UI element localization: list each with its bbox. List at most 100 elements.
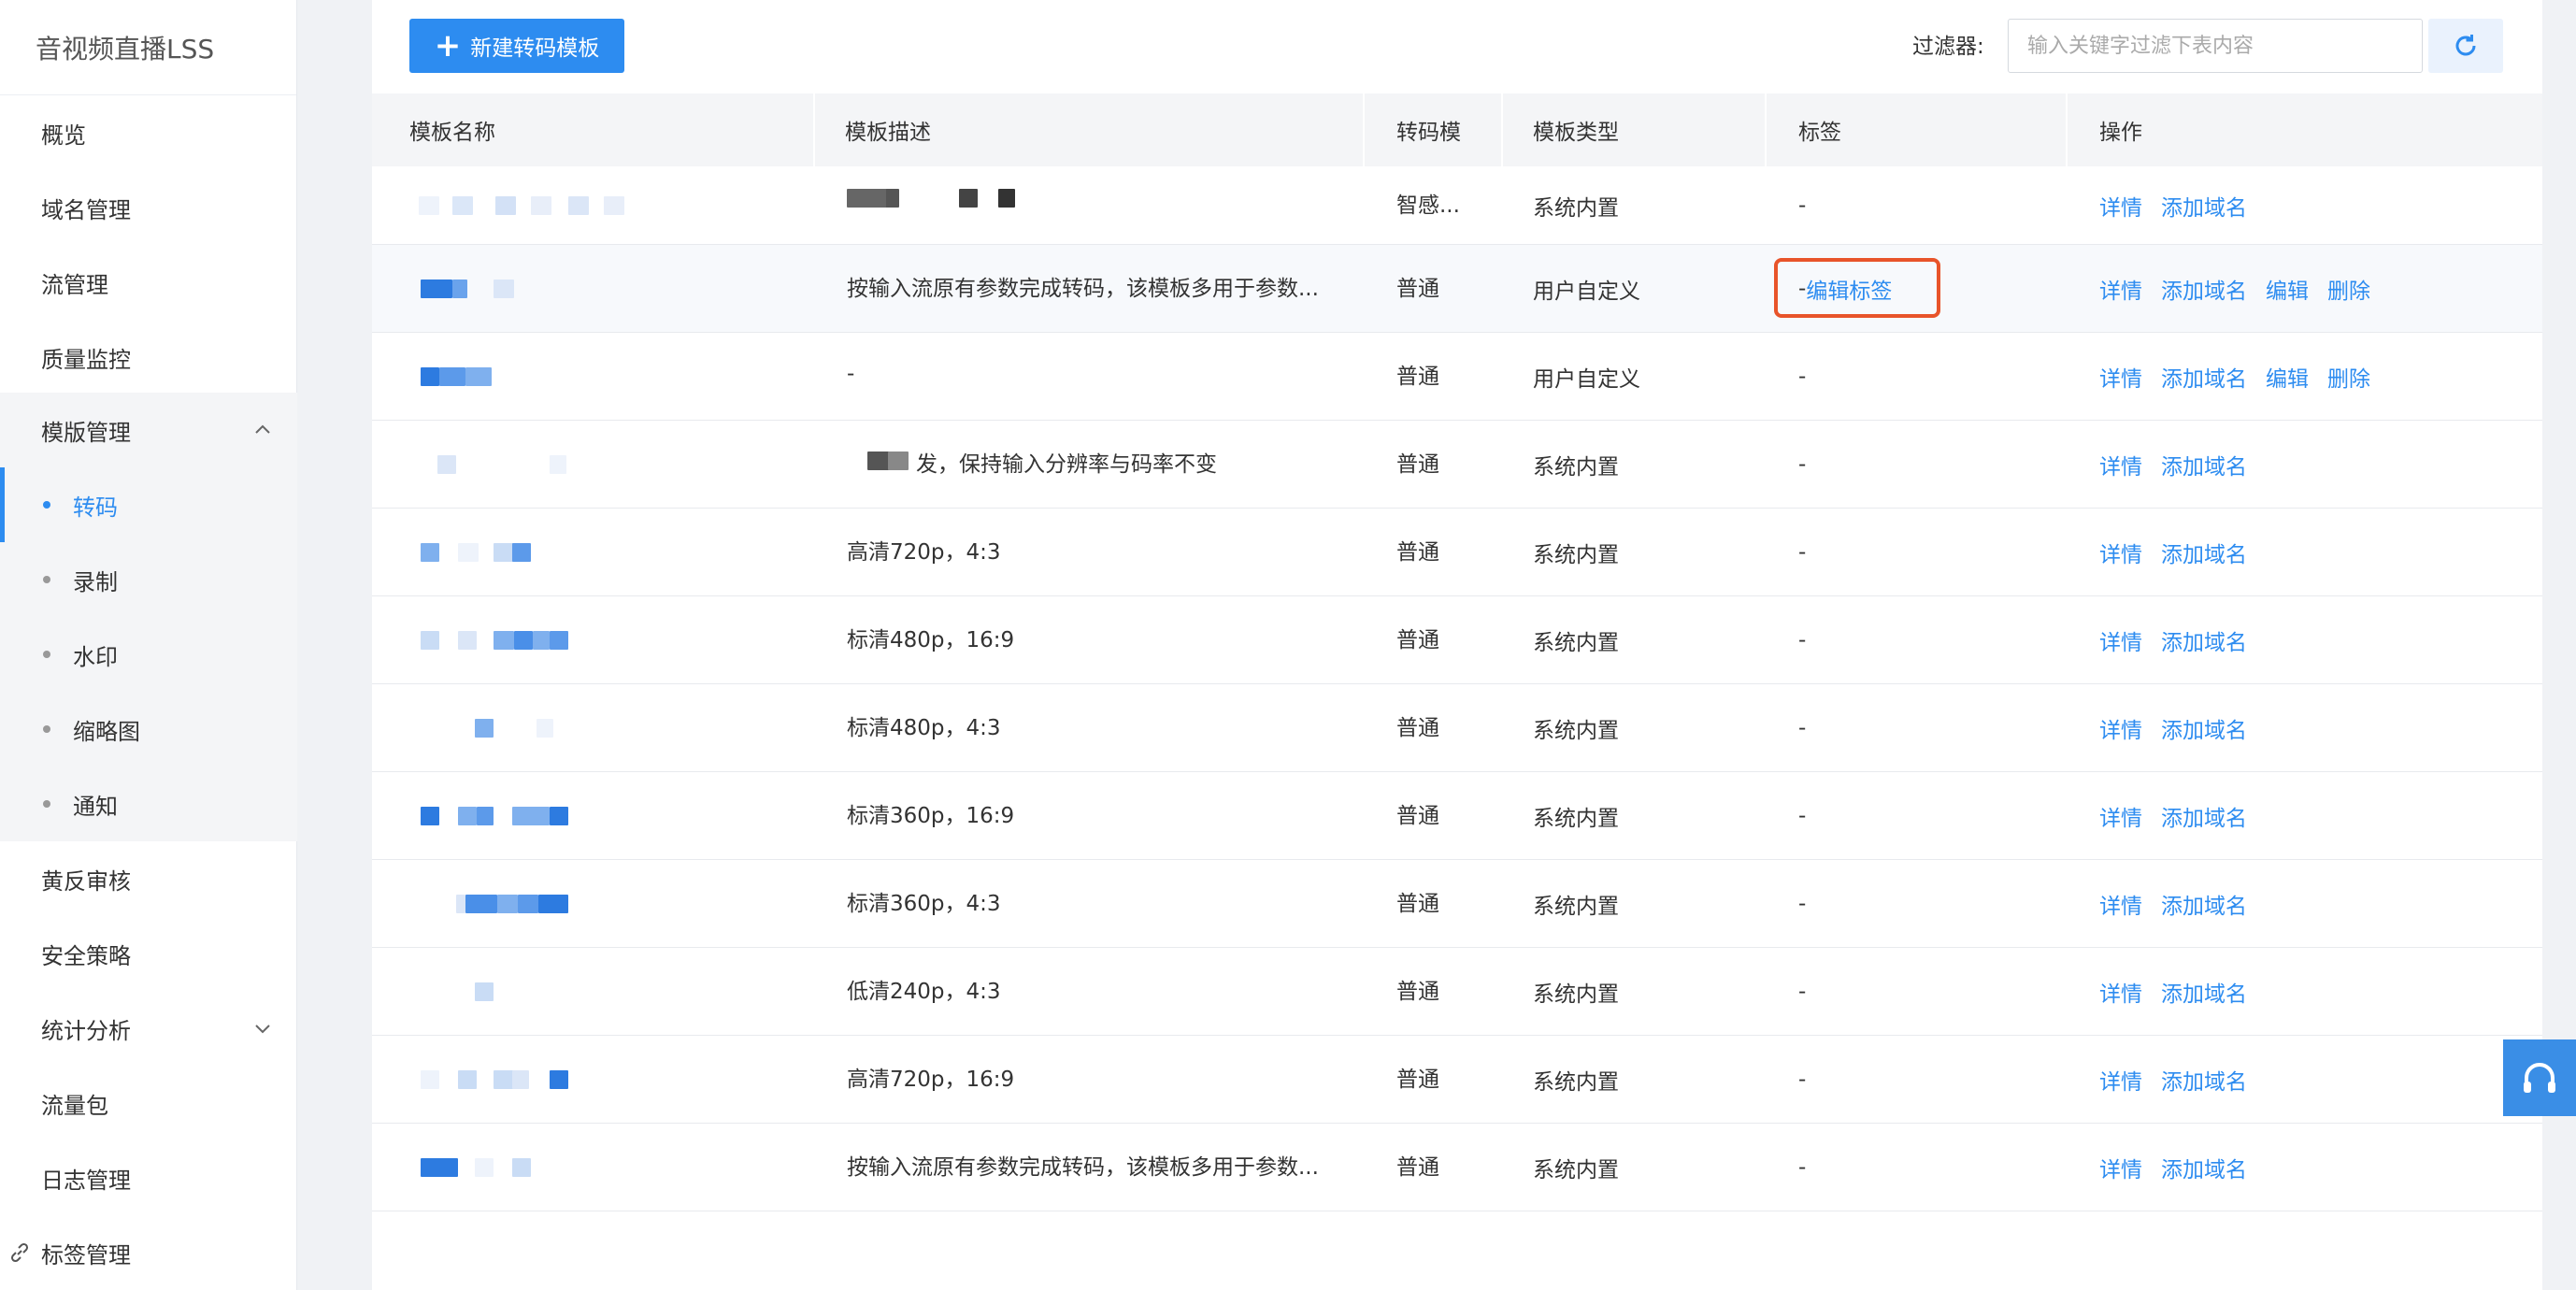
template-desc: - [847, 362, 855, 386]
sidebar-item-templates[interactable]: 模版管理 [0, 393, 297, 467]
detail-link[interactable]: 详情 [2099, 537, 2142, 568]
redacted-block [456, 895, 465, 913]
sidebar-item-statistics[interactable]: 统计分析 [0, 991, 297, 1066]
delete-link[interactable]: 删除 [2327, 273, 2370, 305]
add-domain-link[interactable]: 添加域名 [2161, 190, 2247, 222]
template-mode-cell: 普通 [1396, 1155, 1439, 1180]
redacted-block [604, 196, 624, 215]
add-domain-link[interactable]: 添加域名 [2161, 976, 2247, 1008]
redacted-block [888, 452, 909, 470]
add-domain-link[interactable]: 添加域名 [2161, 624, 2247, 656]
template-type-cell: 用户自定义 [1533, 367, 1640, 392]
chevron-up-icon [255, 424, 270, 434]
template-name-cell [372, 596, 813, 684]
redacted-block [421, 280, 452, 298]
sidebar-item-traffic-pack[interactable]: 流量包 [0, 1066, 297, 1140]
template-desc: 标清480p，4:3 [847, 716, 1001, 740]
redacted-block [494, 543, 514, 562]
redacted-block [998, 189, 1015, 208]
template-desc: 高清720p，4:3 [847, 540, 1001, 565]
tag-value: - [1798, 804, 1807, 828]
plus-icon: + [434, 27, 462, 64]
template-desc-cell: 高清720p，16:9 [847, 1036, 1014, 1118]
edit-link[interactable]: 编辑 [2266, 361, 2309, 393]
actions-cell: 详情 添加域名 [2099, 1124, 2266, 1211]
sidebar-item-domain[interactable]: 域名管理 [0, 170, 297, 245]
template-mode-cell: 普通 [1396, 804, 1439, 828]
detail-link[interactable]: 详情 [2099, 361, 2142, 393]
tag-value: - [1798, 452, 1807, 477]
template-type-cell: 系统内置 [1533, 196, 1619, 221]
detail-link[interactable]: 详情 [2099, 712, 2142, 744]
add-domain-link[interactable]: 添加域名 [2161, 537, 2247, 568]
detail-link[interactable]: 详情 [2099, 1152, 2142, 1183]
template-mode-cell: 普通 [1396, 277, 1439, 301]
redacted-block [531, 196, 551, 215]
sidebar-item-quality[interactable]: 质量监控 [0, 320, 297, 394]
add-domain-link[interactable]: 添加域名 [2161, 712, 2247, 744]
sidebar-item-stream[interactable]: 流管理 [0, 245, 297, 320]
sidebar-subitem-record[interactable]: 录制 [0, 542, 297, 617]
add-domain-link[interactable]: 添加域名 [2161, 800, 2247, 832]
sidebar-item-audit[interactable]: 黄反审核 [0, 841, 297, 916]
sidebar-subitem-watermark[interactable]: 水印 [0, 617, 297, 692]
sidebar-subitem-transcode[interactable]: 转码 [0, 467, 297, 542]
detail-link[interactable]: 详情 [2099, 624, 2142, 656]
filter-input[interactable] [2008, 19, 2423, 73]
template-type-cell: 系统内置 [1533, 631, 1619, 655]
support-button[interactable] [2503, 1039, 2576, 1116]
detail-link[interactable]: 详情 [2099, 273, 2142, 305]
template-mode-cell: 普通 [1396, 628, 1439, 652]
add-domain-link[interactable]: 添加域名 [2161, 361, 2247, 393]
redacted-block [452, 280, 467, 298]
template-desc-cell: 标清480p，4:3 [847, 684, 1001, 767]
template-desc-cell: 高清720p，4:3 [847, 509, 1001, 591]
new-template-button[interactable]: + 新建转码模板 [409, 19, 624, 73]
tag-cell: - [1798, 1036, 1806, 1124]
sidebar-item-overview[interactable]: 概览 [0, 95, 297, 170]
delete-link[interactable]: 删除 [2327, 361, 2370, 393]
sidebar-subitem-label: 录制 [73, 568, 118, 595]
add-domain-link[interactable]: 添加域名 [2161, 1152, 2247, 1183]
actions-cell: 详情 添加域名 [2099, 948, 2266, 1036]
sidebar-subitem-notify[interactable]: 通知 [0, 767, 297, 841]
template-type-cell: 系统内置 [1533, 895, 1619, 919]
sidebar-item-security[interactable]: 安全策略 [0, 916, 297, 991]
detail-link[interactable]: 详情 [2099, 888, 2142, 920]
sidebar-item-label: 概览 [41, 122, 86, 149]
redacted-block [421, 1158, 458, 1177]
sidebar-item-logs[interactable]: 日志管理 [0, 1140, 297, 1215]
template-desc-cell: 标清360p，16:9 [847, 772, 1014, 854]
detail-link[interactable]: 详情 [2099, 449, 2142, 480]
detail-link[interactable]: 详情 [2099, 1064, 2142, 1096]
template-desc: 按输入流原有参数完成转码，该模板多用于参数... [847, 1155, 1319, 1180]
add-domain-link[interactable]: 添加域名 [2161, 273, 2247, 305]
actions-cell: 详情 添加域名 [2099, 772, 2266, 860]
sidebar-item-tags[interactable]: 标签管理 [0, 1215, 297, 1290]
actions-cell: 详情 添加域名 [2099, 596, 2266, 684]
detail-link[interactable]: 详情 [2099, 800, 2142, 832]
sidebar-subitem-label: 水印 [73, 643, 118, 670]
redacted-block [494, 1070, 514, 1089]
sidebar-item-label: 统计分析 [41, 1017, 131, 1044]
refresh-button[interactable] [2428, 19, 2503, 73]
add-domain-link[interactable]: 添加域名 [2161, 888, 2247, 920]
table-row: 按输入流原有参数完成转码，该模板多用于参数... 普通 用户自定义 - 编辑标签 详情 添加… [372, 245, 2542, 333]
template-desc: 发，保持输入分辨率与码率不变 [916, 452, 1217, 477]
add-domain-link[interactable]: 添加域名 [2161, 449, 2247, 480]
sidebar-subitem-thumbnail[interactable]: 缩略图 [0, 692, 297, 767]
column-divider [1501, 93, 1503, 166]
template-name-cell [372, 948, 813, 1036]
template-name-cell [372, 684, 813, 772]
detail-link[interactable]: 详情 [2099, 190, 2142, 222]
detail-link[interactable]: 详情 [2099, 976, 2142, 1008]
redacted-block [419, 196, 439, 215]
template-desc-cell: 低清240p，4:3 [847, 948, 1001, 1030]
bullet-icon [43, 576, 50, 583]
sidebar-item-label: 域名管理 [41, 196, 131, 223]
table-row: 低清240p，4:3 普通 系统内置 - 详情 添加域名 [372, 948, 2542, 1036]
redacted-block [458, 631, 477, 650]
edit-link[interactable]: 编辑 [2266, 273, 2309, 305]
add-domain-link[interactable]: 添加域名 [2161, 1064, 2247, 1096]
tag-cell: - [1798, 596, 1806, 684]
